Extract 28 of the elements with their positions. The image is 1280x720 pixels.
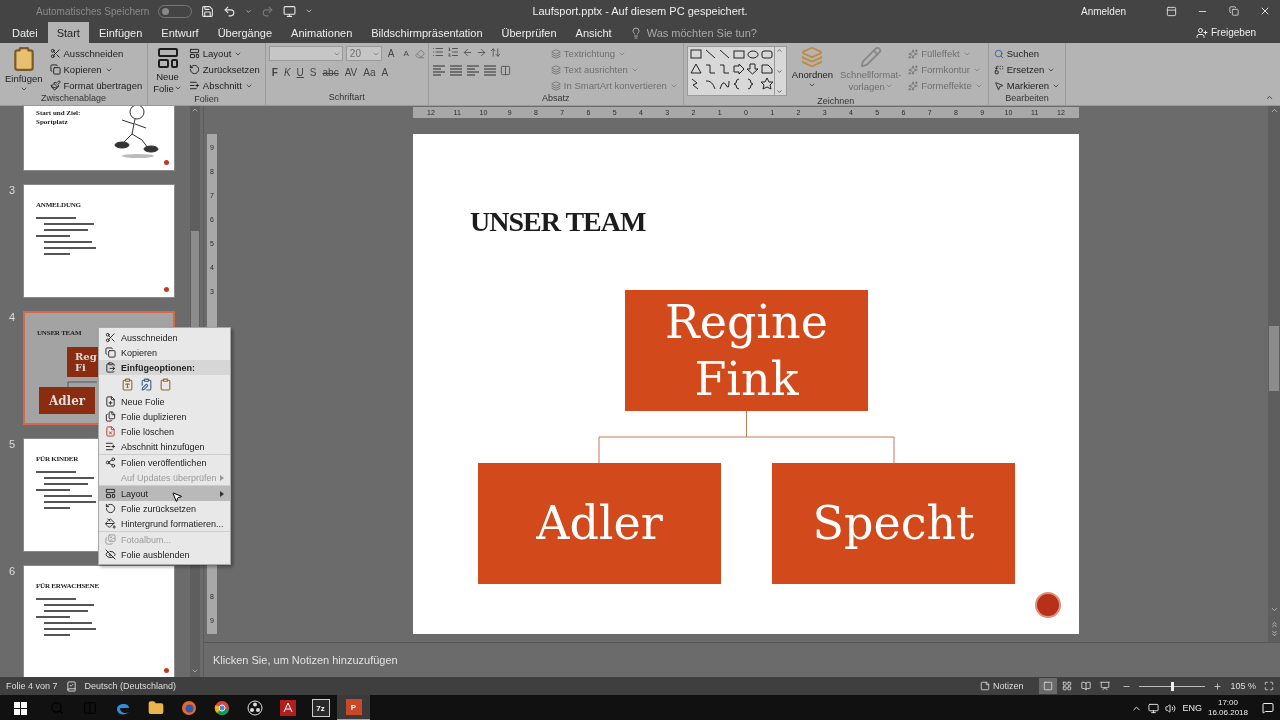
archive-app-icon: 7z — [311, 699, 330, 717]
slide-number: 5 — [8, 438, 17, 452]
group-label: Zeichnen — [816, 96, 856, 106]
autosave-label: Automatisches Speichern — [36, 5, 150, 17]
group-label: Bearbeiten — [1004, 93, 1050, 105]
slide-title: UNSER TEAM — [470, 206, 646, 238]
clock-date: 16.06.2018 — [1207, 708, 1248, 718]
slide-number: 6 — [8, 565, 17, 579]
zoom-level: 105 % — [1230, 681, 1256, 691]
slide-number: 3 — [8, 184, 17, 198]
group-label: Absatz — [541, 93, 571, 105]
org-box-text: Reg — [75, 351, 97, 362]
presentation-app-icon: P — [345, 699, 362, 715]
clock-time: 17:00 — [1217, 698, 1238, 708]
window-title: Laufsport.pptx - Auf diesem PC gespeichert. — [532, 5, 748, 17]
group-label: Zwischenablage — [40, 93, 108, 105]
org-box-text: Adler — [536, 495, 663, 552]
slide-number: 4 — [8, 311, 17, 325]
slide-counter: Folie 4 von 7 — [6, 681, 58, 691]
org-box-text: Fi — [75, 362, 86, 373]
menu-header: Einfügeoptionen: — [99, 360, 230, 375]
org-box-text: Adler — [47, 393, 87, 408]
org-box-text: Regine Fink — [664, 293, 829, 408]
input-language: ENG — [1182, 703, 1202, 713]
group-label: Folien — [193, 94, 220, 105]
group-label: Schriftart — [327, 92, 366, 104]
org-box-text: Specht — [812, 495, 975, 552]
language-label: Deutsch (Deutschland) — [84, 681, 177, 691]
